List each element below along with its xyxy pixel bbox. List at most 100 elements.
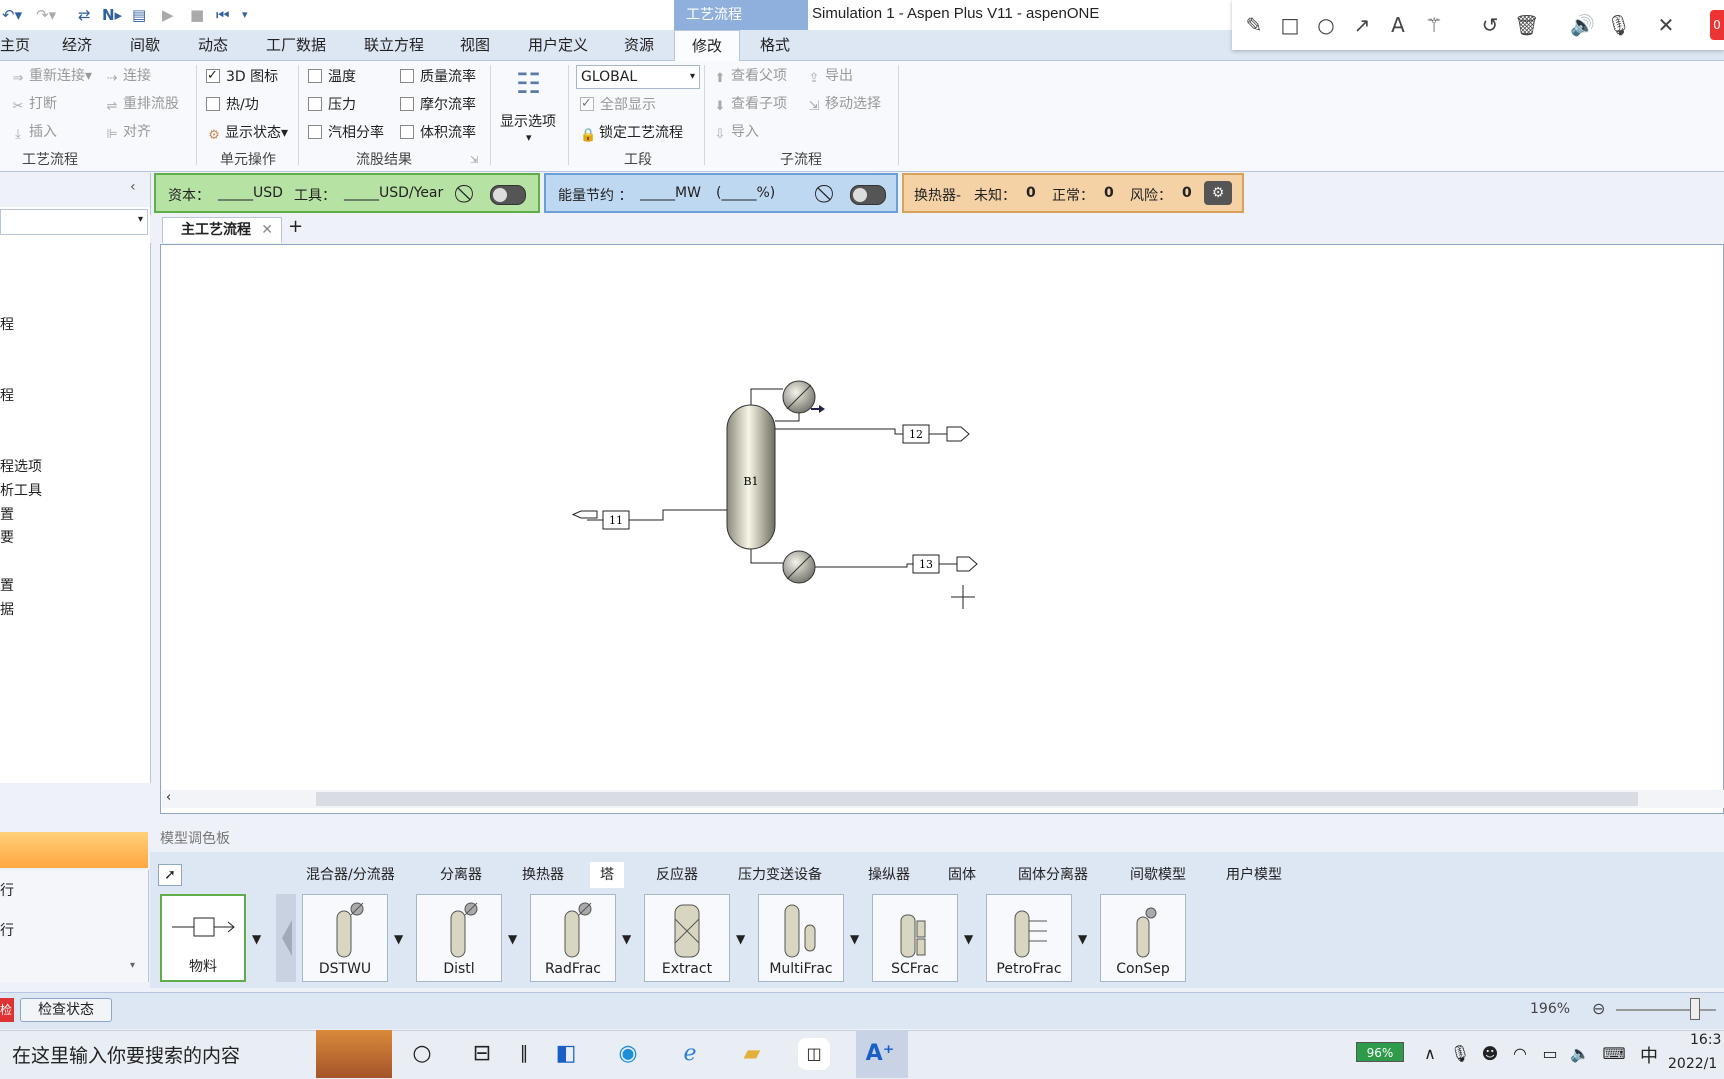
magic-wand-icon[interactable]: ⚚ [1422, 13, 1446, 37]
nav-item[interactable]: 置 [0, 575, 14, 595]
palette-item-radfrac[interactable]: RadFrac [530, 894, 616, 982]
undo-annotation-icon[interactable]: ↺ [1478, 13, 1502, 37]
reset-icon[interactable]: ⏮ [216, 4, 230, 26]
volume-icon[interactable]: 🔈 [1564, 1038, 1596, 1070]
navigation-combo[interactable]: ▾ [0, 209, 148, 235]
view-child-button[interactable]: ⬇ 查看子项 [712, 94, 787, 114]
palette-tab-pressure-changers[interactable]: 压力变送设备 [728, 862, 832, 888]
palette-item-petrofrac[interactable]: PetroFrac [986, 894, 1072, 982]
zoom-slider-thumb[interactable] [1690, 998, 1700, 1020]
tab-resources[interactable]: 资源 [620, 30, 658, 60]
chevron-down-icon[interactable]: ▼ [964, 932, 973, 946]
nav-item[interactable]: 置 [0, 504, 14, 524]
wifi-icon[interactable]: ◠ [1504, 1038, 1536, 1070]
nav-item[interactable]: 据 [0, 599, 14, 619]
undo-icon[interactable]: ↶▾ [2, 4, 22, 26]
chevron-down-icon[interactable]: ▼ [508, 932, 517, 946]
speaker-icon[interactable]: 🔊 [1570, 13, 1595, 37]
battery-tray-icon[interactable]: ▭ [1534, 1038, 1566, 1070]
file-explorer-icon[interactable]: ▰ [736, 1038, 768, 1070]
flowsheet-canvas[interactable]: 11 B1 12 13 [160, 244, 1724, 814]
nav-lower-item[interactable]: 行 [0, 880, 14, 900]
palette-tab-batch-models[interactable]: 间歇模型 [1120, 862, 1196, 888]
tab-home[interactable]: 主页 [0, 30, 34, 60]
volume-flow-checkbox[interactable]: 体积流率 [400, 123, 476, 143]
temperature-checkbox[interactable]: 温度 [308, 67, 356, 87]
add-tab-icon[interactable]: + [288, 216, 303, 237]
zoom-slider[interactable] [1616, 1009, 1716, 1011]
nav-item[interactable]: 析工具 [0, 480, 42, 500]
chevron-down-icon[interactable]: ▼ [252, 932, 261, 946]
nav-item[interactable]: 程 [0, 385, 14, 405]
nav-lower-item[interactable]: 行 [0, 920, 14, 940]
section-combo[interactable]: GLOBAL ▾ [576, 65, 700, 89]
pressure-checkbox[interactable]: 压力 [308, 95, 356, 115]
clock-time[interactable]: 16:3 [1690, 1032, 1721, 1048]
cortana-icon[interactable]: ○ [406, 1038, 438, 1070]
palette-item-multifrac[interactable]: MultiFrac [758, 894, 844, 982]
status-indicator-icon[interactable]: 检 [0, 998, 14, 1022]
tab-dynamics[interactable]: 动态 [194, 30, 232, 60]
mass-flow-checkbox[interactable]: 质量流率 [400, 67, 476, 87]
run-icon[interactable]: ▶ [162, 4, 174, 26]
control-panel-icon[interactable]: ▤ [132, 4, 146, 26]
aspen-plus-icon[interactable]: A⁺ [864, 1038, 896, 1070]
connect-button[interactable]: ⇢ 连接 [104, 66, 151, 86]
record-badge-icon[interactable]: 0 [1710, 10, 1724, 40]
palette-tab-separators[interactable]: 分离器 [430, 862, 492, 888]
zoom-out-icon[interactable]: ⊖ [1592, 999, 1605, 1018]
tab-economics[interactable]: 经济 [58, 30, 96, 60]
microphone-icon[interactable]: 🎙 [1606, 13, 1631, 37]
feed-stream-line[interactable] [629, 509, 727, 521]
align-button[interactable]: ⊫ 对齐 [104, 122, 151, 142]
tab-plant-data[interactable]: 工厂数据 [262, 30, 330, 60]
import-button[interactable]: ⇩ 导入 [712, 122, 759, 142]
app-note-icon[interactable]: ◫ [798, 1038, 830, 1070]
break-button[interactable]: ✂ 打断 [10, 94, 57, 114]
ime-indicator[interactable]: 中 [1640, 1042, 1658, 1068]
display-options-button[interactable]: ☷ 显示选项 ▾ [500, 65, 560, 165]
pointer-tool-icon[interactable]: ➚ [158, 864, 182, 886]
circle-icon[interactable]: ○ [1314, 13, 1338, 37]
chevron-down-icon[interactable]: ▼ [622, 932, 631, 946]
tab-equation-oriented[interactable]: 联立方程 [360, 30, 428, 60]
reconnect-button[interactable]: ⇒ 重新连接▾ [10, 66, 92, 86]
next-icon[interactable]: N▸ [102, 4, 122, 26]
rectangle-icon[interactable]: □ [1278, 13, 1302, 37]
palette-tab-exchangers[interactable]: 换热器 [512, 862, 574, 888]
palette-item-extract[interactable]: Extract [644, 894, 730, 982]
palette-item-distl[interactable]: Distl [416, 894, 502, 982]
3d-icon-checkbox[interactable]: 3D 图标 [206, 66, 278, 87]
dialog-launcher-icon[interactable]: ⇲ [470, 151, 478, 171]
palette-tab-mixers[interactable]: 混合器/分流器 [296, 862, 405, 888]
palette-tab-solids[interactable]: 固体 [938, 862, 986, 888]
palette-item-material[interactable]: 物料 [160, 894, 246, 982]
feed-arrow-icon[interactable] [571, 510, 598, 519]
check-status-button[interactable]: 检查状态 [20, 998, 112, 1022]
close-tab-icon[interactable]: ✕ [261, 218, 273, 242]
palette-tab-reactors[interactable]: 反应器 [646, 862, 708, 888]
mole-flow-checkbox[interactable]: 摩尔流率 [400, 95, 476, 115]
scrollbar-thumb[interactable] [316, 792, 1638, 806]
vapor-fraction-checkbox[interactable]: 汽相分率 [308, 123, 384, 143]
palette-item-scfrac[interactable]: SCFrac [872, 894, 958, 982]
clock-date[interactable]: 2022/1 [1668, 1056, 1717, 1072]
nav-item[interactable]: 要 [0, 527, 14, 547]
ie-icon[interactable]: ℯ [674, 1038, 706, 1070]
show-status-button[interactable]: ⚙ 显示状态▾ [206, 123, 288, 143]
view-parent-button[interactable]: ⬆ 查看父项 [712, 66, 787, 86]
keyboard-icon[interactable]: ⌨ [1598, 1038, 1630, 1070]
chevron-down-icon[interactable]: ▼ [394, 932, 403, 946]
app-l-icon[interactable]: ◧ [550, 1038, 582, 1070]
edge-icon[interactable]: ◉ [612, 1038, 644, 1070]
tab-format[interactable]: 格式 [756, 30, 794, 60]
palette-tab-solids-separators[interactable]: 固体分离器 [1008, 862, 1098, 888]
heat-work-checkbox[interactable]: 热/功 [206, 95, 259, 115]
qat-more-icon[interactable]: ▾ [242, 4, 248, 26]
export-button[interactable]: ⇪ 导出 [806, 66, 853, 86]
nav-item[interactable]: 程 [0, 314, 14, 334]
pencil-icon[interactable]: ✎ [1242, 13, 1266, 37]
product-arrow-13-icon[interactable] [956, 556, 978, 572]
collapse-pane-icon[interactable]: ‹ [130, 179, 136, 195]
people-icon[interactable]: ☻ [1474, 1038, 1506, 1070]
